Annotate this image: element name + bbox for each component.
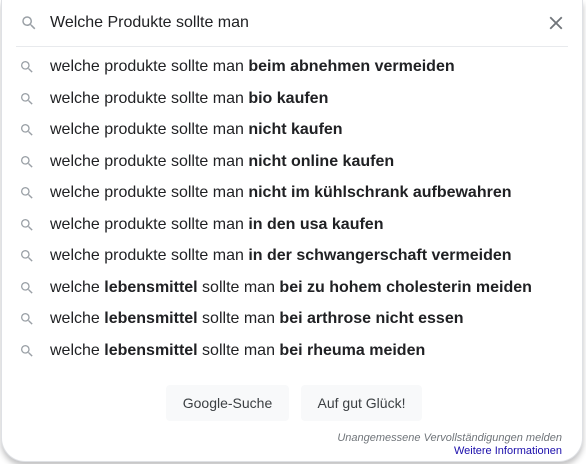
search-icon (21, 344, 33, 357)
divider (16, 46, 568, 47)
search-bar[interactable]: Welche Produkte sollte man (2, 0, 584, 46)
suggestion-text: welche lebensmittel sollte man bei arthr… (50, 308, 463, 330)
footer: Unangemessene Vervollständigungen melden… (337, 432, 562, 458)
suggestion-text: welche produkte sollte man nicht online … (50, 151, 394, 173)
suggestion-item[interactable]: welche lebensmittel sollte man bei zu ho… (2, 272, 584, 304)
suggestion-prefix: welche produkte sollte man (50, 152, 249, 170)
suggestion-prefix: sollte man (197, 341, 280, 359)
suggestion-completion: bei arthrose nicht essen (279, 310, 464, 327)
suggestion-completion: beim abnehmen vermeiden (248, 58, 455, 75)
suggestion-completion: in den usa kaufen (248, 215, 384, 233)
suggestion-text: welche produkte sollte man nicht im kühl… (50, 182, 512, 204)
more-info-link[interactable]: Weitere Informationen (337, 445, 562, 458)
suggestion-text: welche produkte sollte man in der schwan… (50, 245, 512, 267)
suggestion-prefix: welche produkte sollte man (50, 184, 249, 201)
close-icon[interactable] (545, 12, 567, 34)
suggestion-completion: bei zu hohem cholesterin meiden (279, 278, 532, 296)
suggestion-prefix: welche produkte sollte man (50, 58, 249, 75)
report-predictions-link[interactable]: Unangemessene Vervollständigungen melden (337, 432, 562, 445)
suggestion-item[interactable]: welche produkte sollte man nicht im kühl… (2, 177, 584, 209)
suggestion-item[interactable]: welche produkte sollte man beim abnehmen… (2, 51, 584, 83)
button-row: Google-Suche Auf gut Glück! (2, 385, 584, 421)
suggestion-item[interactable]: welche produkte sollte man nicht kaufen (2, 114, 584, 146)
search-icon (21, 187, 33, 199)
suggestion-completion: bio kaufen (248, 89, 329, 107)
suggestion-text: welche produkte sollte man bio kaufen (50, 88, 328, 110)
suggestion-prefix: sollte man (197, 310, 280, 327)
suggestion-completion: nicht kaufen (248, 121, 343, 138)
suggestion-completion: bei rheuma meiden (279, 341, 426, 359)
suggestion-completion: in der schwangerschaft vermeiden (248, 247, 512, 264)
suggestion-prefix: welche produkte sollte man (50, 89, 249, 107)
suggestion-completion: nicht online kaufen (248, 152, 395, 170)
suggestion-prefix: welche produkte sollte man (50, 215, 249, 233)
suggestion-item[interactable]: welche produkte sollte man bio kaufen (2, 83, 584, 115)
search-icon (21, 250, 33, 262)
suggestion-prefix: welche produkte sollte man (50, 247, 249, 264)
suggestion-item[interactable]: welche produkte sollte man in der schwan… (2, 240, 584, 272)
suggestion-completion: nicht im kühlschrank aufbewahren (248, 184, 512, 201)
google-search-button[interactable]: Google-Suche (166, 385, 289, 421)
suggestion-prefix: welche (50, 278, 105, 296)
search-icon (21, 155, 33, 168)
suggestion-prefix: sollte man (197, 278, 280, 296)
suggestion-text: welche produkte sollte man nicht kaufen (50, 119, 343, 141)
suggestion-text: welche produkte sollte man beim abnehmen… (50, 56, 455, 78)
search-icon (21, 313, 33, 325)
search-icon (21, 61, 33, 73)
search-icon (21, 124, 33, 136)
suggestion-item[interactable]: welche lebensmittel sollte man bei rheum… (2, 335, 584, 367)
suggestion-prefix: welche (50, 341, 105, 359)
search-icon (21, 281, 33, 294)
suggestion-item[interactable]: welche produkte sollte man nicht online … (2, 146, 584, 178)
suggestion-list: welche produkte sollte man beim abnehmen… (2, 51, 584, 366)
suggestion-completion: lebensmittel (104, 310, 198, 327)
suggestion-item[interactable]: welche produkte sollte man in den usa ka… (2, 209, 584, 241)
suggestion-prefix: welche (50, 310, 105, 327)
search-icon (22, 16, 36, 30)
search-icon (21, 218, 33, 231)
suggestion-prefix: welche produkte sollte man (50, 121, 249, 138)
suggestion-text: welche produkte sollte man in den usa ka… (50, 214, 383, 236)
search-input[interactable]: Welche Produkte sollte man (50, 12, 249, 34)
suggestion-text: welche lebensmittel sollte man bei rheum… (50, 340, 425, 362)
autocomplete-dropdown: Welche Produkte sollte man welche produk… (1, 0, 583, 462)
suggestion-text: welche lebensmittel sollte man bei zu ho… (50, 277, 532, 299)
lucky-button[interactable]: Auf gut Glück! (301, 385, 422, 421)
search-icon (21, 92, 33, 105)
suggestion-item[interactable]: welche lebensmittel sollte man bei arthr… (2, 303, 584, 335)
suggestion-completion: lebensmittel (104, 278, 198, 296)
suggestion-completion: lebensmittel (104, 341, 198, 359)
